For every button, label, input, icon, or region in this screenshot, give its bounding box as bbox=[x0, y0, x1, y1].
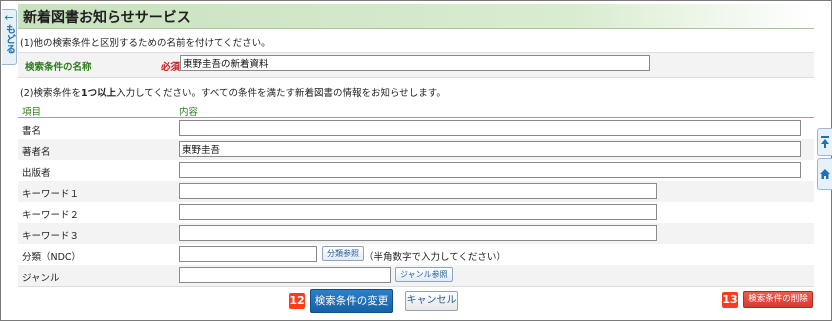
row-label: ジャンル bbox=[22, 273, 60, 284]
table-row-ndc: 分類（NDC） 分類参照 （半角数字で入力してください） bbox=[18, 244, 814, 266]
step2-note: (2)検索条件を1つ以上入力してください。すべての条件を満たす新着図書の情報をお… bbox=[20, 85, 446, 99]
table-row-keyword2: キーワード２ bbox=[18, 202, 814, 224]
keyword3-input[interactable] bbox=[179, 225, 657, 241]
change-conditions-button[interactable]: 検索条件の変更 bbox=[310, 289, 393, 313]
ndc-hint: （半角数字で入力してください） bbox=[364, 252, 506, 263]
keyword2-input[interactable] bbox=[179, 204, 657, 220]
ndc-lookup-button[interactable]: 分類参照 bbox=[322, 246, 364, 261]
table-row-genre: ジャンル ジャンル参照 bbox=[18, 265, 814, 287]
row-label: 出版者 bbox=[22, 168, 51, 179]
home-icon bbox=[820, 169, 830, 179]
column-header-item: 項目 bbox=[22, 107, 42, 118]
column-header-content: 内容 bbox=[179, 107, 199, 118]
row-label: 書名 bbox=[22, 126, 42, 137]
step-badge-12: 12 bbox=[289, 293, 305, 309]
step-badge-13: 13 bbox=[722, 292, 738, 308]
row-label: キーワード３ bbox=[22, 231, 80, 242]
title-input[interactable] bbox=[179, 120, 801, 136]
delete-conditions-button[interactable]: 検索条件の削除 bbox=[743, 291, 813, 308]
row-label: キーワード２ bbox=[22, 210, 80, 221]
table-row-publisher: 出版者 bbox=[18, 160, 814, 182]
step1-note: (1)他の検索条件と区別するための名前を付けてください。 bbox=[20, 38, 271, 49]
keyword1-input[interactable] bbox=[179, 183, 657, 199]
row-label: キーワード１ bbox=[22, 189, 80, 200]
genre-lookup-button[interactable]: ジャンル参照 bbox=[395, 267, 453, 282]
table-header: 項目 内容 bbox=[18, 104, 814, 118]
step2-note-bold: 1つ以上 bbox=[80, 88, 117, 99]
genre-input[interactable] bbox=[179, 267, 391, 283]
table-row-keyword1: キーワード１ bbox=[18, 181, 814, 203]
condition-name-row: 検索条件の名称 必須 bbox=[18, 52, 814, 78]
table-row-title: 書名 bbox=[18, 118, 814, 140]
table-row-keyword3: キーワード３ bbox=[18, 223, 814, 245]
back-tab[interactable]: ← もどる bbox=[2, 9, 17, 65]
step2-note-post: 入力してください。すべての条件を満たす新着図書の情報をお知らせします。 bbox=[116, 88, 446, 99]
home-button[interactable] bbox=[817, 158, 832, 190]
back-label: もどる bbox=[3, 24, 15, 54]
required-badge: 必須 bbox=[161, 62, 181, 73]
page-top-icon bbox=[821, 136, 829, 148]
step2-note-pre: (2)検索条件を bbox=[20, 88, 81, 99]
page-title: 新着図書お知らせサービス bbox=[23, 10, 191, 26]
table-row-author: 著者名 bbox=[18, 139, 814, 161]
page-top-button[interactable] bbox=[817, 128, 832, 156]
ndc-input[interactable] bbox=[179, 246, 317, 262]
page-title-bar: 新着図書お知らせサービス bbox=[18, 4, 814, 29]
author-input[interactable] bbox=[179, 141, 801, 157]
cancel-button[interactable]: キャンセル bbox=[405, 291, 458, 311]
row-label: 著者名 bbox=[22, 147, 51, 158]
publisher-input[interactable] bbox=[179, 162, 801, 178]
condition-name-input[interactable] bbox=[180, 55, 650, 71]
arrow-left-icon: ← bbox=[4, 11, 14, 24]
condition-name-label: 検索条件の名称 bbox=[25, 62, 92, 73]
row-label: 分類（NDC） bbox=[22, 252, 82, 263]
